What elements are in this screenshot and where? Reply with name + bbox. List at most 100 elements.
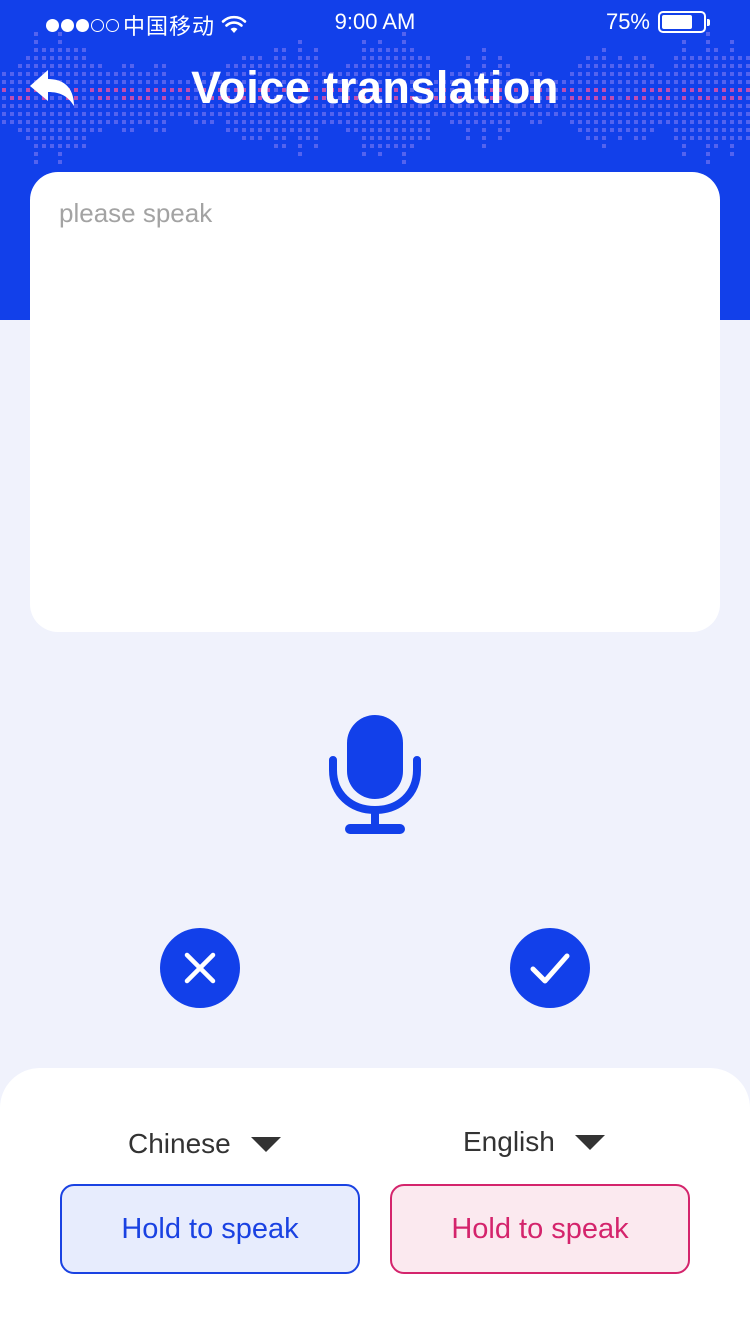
pattern-dot xyxy=(306,56,310,60)
pattern-dot xyxy=(354,120,358,124)
pattern-dot xyxy=(378,152,382,156)
pattern-dot xyxy=(394,56,398,60)
pattern-dot xyxy=(666,120,670,124)
pattern-dot xyxy=(650,128,654,132)
pattern-dot xyxy=(34,152,38,156)
pattern-dot xyxy=(466,128,470,132)
pattern-dot xyxy=(58,120,62,124)
pattern-dot xyxy=(594,56,598,60)
hold-to-speak-source-button[interactable]: Hold to speak xyxy=(60,1184,360,1274)
pattern-dot xyxy=(674,120,678,124)
pattern-dot xyxy=(706,128,710,132)
pattern-dot xyxy=(650,120,654,124)
pattern-dot xyxy=(258,128,262,132)
pattern-dot xyxy=(274,120,278,124)
pattern-dot xyxy=(482,48,486,52)
pattern-dot xyxy=(730,144,734,148)
status-right: 75% xyxy=(606,9,710,35)
pattern-dot xyxy=(42,136,46,140)
pattern-dot xyxy=(714,120,718,124)
pattern-dot xyxy=(386,136,390,140)
pattern-dot xyxy=(482,128,486,132)
microphone-icon xyxy=(329,715,421,834)
pattern-dot xyxy=(482,136,486,140)
pattern-dot xyxy=(602,48,606,52)
pattern-dot xyxy=(538,120,542,124)
pattern-dot xyxy=(690,128,694,132)
pattern-dot xyxy=(282,56,286,60)
pattern-dot xyxy=(682,144,686,148)
pattern-dot xyxy=(242,120,246,124)
status-bar: 中国移动 9:00 AM 75% xyxy=(0,0,750,44)
pattern-dot xyxy=(250,128,254,132)
pattern-dot xyxy=(362,144,366,148)
pattern-dot xyxy=(58,160,62,164)
target-language-select[interactable]: English xyxy=(463,1120,605,1164)
pattern-dot xyxy=(386,144,390,148)
hold-to-speak-target-button[interactable]: Hold to speak xyxy=(390,1184,690,1274)
pattern-dot xyxy=(738,120,742,124)
pattern-dot xyxy=(682,136,686,140)
source-language-select[interactable]: Chinese xyxy=(128,1122,281,1166)
pattern-dot xyxy=(194,120,198,124)
pattern-dot xyxy=(42,144,46,148)
pattern-dot xyxy=(690,56,694,60)
pattern-dot xyxy=(258,120,262,124)
pattern-dot xyxy=(138,120,142,124)
pattern-dot xyxy=(490,120,494,124)
pattern-dot xyxy=(594,120,598,124)
cancel-button[interactable] xyxy=(160,928,240,1008)
pattern-dot xyxy=(418,128,422,132)
confirm-button[interactable] xyxy=(510,928,590,1008)
pattern-dot xyxy=(266,120,270,124)
target-language-label: English xyxy=(463,1126,555,1157)
pattern-dot xyxy=(730,120,734,124)
pattern-dot xyxy=(706,160,710,164)
pattern-dot xyxy=(714,48,718,52)
pattern-dot xyxy=(706,144,710,148)
pattern-dot xyxy=(274,136,278,140)
pattern-dot xyxy=(242,128,246,132)
pattern-dot xyxy=(234,128,238,132)
pattern-dot xyxy=(58,152,62,156)
pattern-dot xyxy=(42,128,46,132)
pattern-dot xyxy=(50,128,54,132)
pattern-dot xyxy=(482,120,486,124)
pattern-dot xyxy=(410,144,414,148)
pattern-dot xyxy=(362,136,366,140)
pattern-dot xyxy=(634,120,638,124)
pattern-dot xyxy=(314,144,318,148)
pattern-dot xyxy=(34,144,38,148)
pattern-dot xyxy=(98,120,102,124)
pattern-dot xyxy=(682,120,686,124)
pattern-dot xyxy=(298,136,302,140)
pattern-dot xyxy=(698,136,702,140)
pattern-dot xyxy=(482,144,486,148)
pattern-dot xyxy=(722,136,726,140)
pattern-dot xyxy=(362,152,366,156)
pattern-dot xyxy=(498,56,502,60)
pattern-dot xyxy=(338,120,342,124)
pattern-dot xyxy=(730,48,734,52)
speech-text-input[interactable] xyxy=(30,172,720,632)
pattern-dot xyxy=(258,56,262,60)
pattern-dot xyxy=(642,120,646,124)
pattern-dot xyxy=(58,48,62,52)
microphone-button[interactable] xyxy=(325,712,425,838)
pattern-dot xyxy=(74,136,78,140)
pattern-dot xyxy=(274,144,278,148)
pattern-dot xyxy=(314,120,318,124)
pattern-dot xyxy=(306,128,310,132)
pattern-dot xyxy=(530,120,534,124)
pattern-dot xyxy=(82,128,86,132)
pattern-dot xyxy=(162,120,166,124)
pattern-dot xyxy=(314,48,318,52)
pattern-dot xyxy=(586,128,590,132)
pattern-dot xyxy=(386,128,390,132)
pattern-dot xyxy=(74,120,78,124)
pattern-dot xyxy=(506,128,510,132)
pattern-dot xyxy=(682,56,686,60)
pattern-dot xyxy=(242,136,246,140)
pattern-dot xyxy=(426,120,430,124)
pattern-dot xyxy=(498,128,502,132)
